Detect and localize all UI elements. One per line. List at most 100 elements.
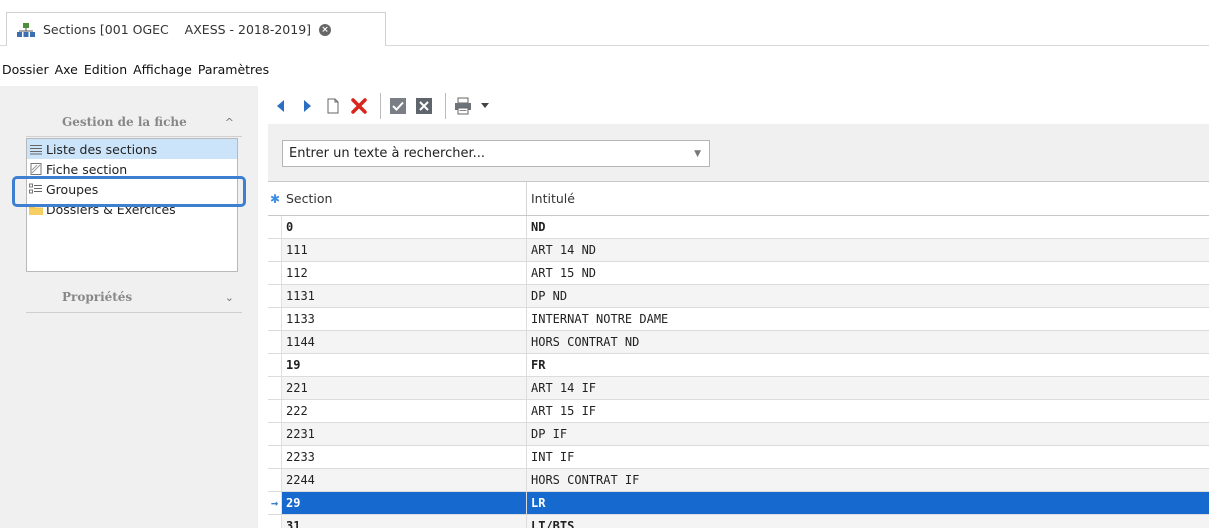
sidebar-item-label: Fiche section [46,161,128,177]
menu-parametres[interactable]: Paramètres [198,62,269,77]
table-row[interactable]: 221 ART 14 IF [268,377,1209,400]
hierarchy-icon [17,22,35,38]
grid-header: ✱ Section Intitulé [268,182,1209,216]
cell-intitule[interactable]: LT/BTS [527,515,1209,528]
proprietes-header-label: Propriétés [62,290,133,304]
cell-intitule[interactable]: HORS CONTRAT ND [527,331,1209,353]
table-row[interactable]: 0 ND [268,216,1209,239]
cell-section[interactable]: 31 [282,515,527,528]
row-indicator [268,239,282,261]
close-circle-icon[interactable]: × [319,23,332,36]
sidebar-item-label: Liste des sections [46,141,158,157]
next-icon[interactable] [296,95,318,117]
chevron-down-icon[interactable]: ⌄ [225,291,234,304]
dropdown-arrow-icon[interactable] [478,95,492,117]
table-row[interactable]: 2233 INT IF [268,446,1209,469]
table-row[interactable]: 112 ART 15 ND [268,262,1209,285]
cell-section[interactable]: 2244 [282,469,527,491]
row-indicator [268,308,282,330]
row-indicator [268,262,282,284]
cell-intitule[interactable]: FR [527,354,1209,376]
divider [26,136,242,137]
cell-intitule[interactable]: ART 14 ND [527,239,1209,261]
table-row[interactable]: 2244 HORS CONTRAT IF [268,469,1209,492]
cell-section[interactable]: 2233 [282,446,527,468]
print-icon[interactable] [452,95,474,117]
search-input[interactable]: Entrer un texte à rechercher... ▼ [282,140,710,167]
column-header-section[interactable]: Section [282,182,527,215]
cell-section[interactable]: 0 [282,216,527,238]
highlight-annotation [12,176,246,207]
cell-section[interactable]: 1131 [282,285,527,307]
table-row[interactable]: 31 LT/BTS [268,515,1209,528]
validate-icon[interactable] [387,95,409,117]
column-header-intitule[interactable]: Intitulé [527,182,1209,215]
sidebar-item-liste-des-sections[interactable]: Liste des sections [27,139,237,159]
cell-intitule[interactable]: ART 15 ND [527,262,1209,284]
divider [26,312,242,313]
table-row[interactable]: → 29 LR [268,492,1209,515]
toolbar-separator [445,93,446,119]
menu-bar: Dossier Axe Edition Affichage Paramètres [0,58,275,80]
cell-intitule[interactable]: ART 15 IF [527,400,1209,422]
cell-intitule[interactable]: ND [527,216,1209,238]
form-icon [29,163,43,175]
table-row[interactable]: 111 ART 14 ND [268,239,1209,262]
menu-dossier[interactable]: Dossier [2,62,49,77]
sections-grid: ✱ Section Intitulé 0 ND 111 ART 14 ND 112 ART… [268,181,1209,528]
chevron-down-icon[interactable]: ▼ [694,149,701,159]
cell-intitule[interactable]: LR [527,492,1209,514]
row-indicator [268,515,282,528]
gestion-header-label: Gestion de la fiche [62,115,187,129]
sections-tab[interactable]: Sections [001 OGEC AXESS - 2018-2019] × [6,12,386,46]
row-indicator [268,216,282,238]
gestion-group-header[interactable]: Gestion de la fiche ^ [26,108,242,136]
table-row[interactable]: 1133 INTERNAT NOTRE DAME [268,308,1209,331]
previous-icon[interactable] [270,95,292,117]
menu-axe[interactable]: Axe [55,62,78,77]
cell-section[interactable]: 1133 [282,308,527,330]
row-indicator [268,423,282,445]
cell-section[interactable]: 222 [282,400,527,422]
delete-icon[interactable] [348,95,370,117]
row-indicator [268,469,282,491]
tab-title: Sections [001 OGEC AXESS - 2018-2019] [43,22,312,37]
table-row[interactable]: 19 FR [268,354,1209,377]
new-document-icon[interactable] [322,95,344,117]
toolbar-separator [380,93,381,119]
cancel-icon[interactable] [413,95,435,117]
list-icon [29,143,43,155]
current-row-arrow-icon: → [268,492,282,514]
table-row[interactable]: 2231 DP IF [268,423,1209,446]
menu-edition[interactable]: Edition [84,62,127,77]
cell-section[interactable]: 19 [282,354,527,376]
cell-section[interactable]: 112 [282,262,527,284]
row-indicator [268,354,282,376]
cell-section[interactable]: 1144 [282,331,527,353]
chevron-up-icon[interactable]: ^ [225,116,234,129]
document-tabstrip: Sections [001 OGEC AXESS - 2018-2019] × [0,0,1209,46]
table-row[interactable]: 222 ART 15 IF [268,400,1209,423]
cell-section[interactable]: 111 [282,239,527,261]
cell-section[interactable]: 2231 [282,423,527,445]
search-placeholder: Entrer un texte à rechercher... [289,146,486,161]
cell-section[interactable]: 221 [282,377,527,399]
cell-section[interactable]: 29 [282,492,527,514]
cell-intitule[interactable]: DP ND [527,285,1209,307]
table-row[interactable]: 1144 HORS CONTRAT ND [268,331,1209,354]
new-row-star-icon[interactable]: ✱ [268,182,282,215]
row-indicator [268,285,282,307]
grid-body: 0 ND 111 ART 14 ND 112 ART 15 ND 1131 DP ND 1133… [268,216,1209,528]
cell-intitule[interactable]: ART 14 IF [527,377,1209,399]
row-indicator [268,331,282,353]
row-indicator [268,377,282,399]
cell-intitule[interactable]: HORS CONTRAT IF [527,469,1209,491]
menu-affichage[interactable]: Affichage [133,62,192,77]
table-row[interactable]: 1131 DP ND [268,285,1209,308]
toolbar [270,92,496,120]
proprietes-group-header[interactable]: Propriétés ⌄ [26,283,242,311]
cell-intitule[interactable]: INT IF [527,446,1209,468]
row-indicator [268,400,282,422]
cell-intitule[interactable]: INTERNAT NOTRE DAME [527,308,1209,330]
cell-intitule[interactable]: DP IF [527,423,1209,445]
